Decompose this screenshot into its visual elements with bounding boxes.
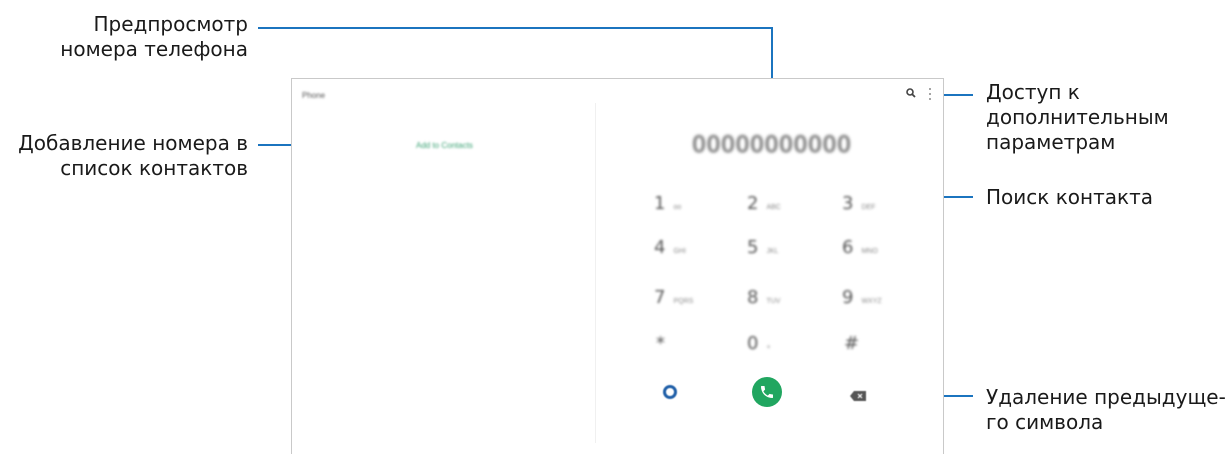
- callout-add-contact-line2: список контактов: [60, 156, 248, 180]
- key-digit: 3: [842, 193, 854, 214]
- key-letters: JKL: [766, 248, 779, 255]
- key-digit: 2: [747, 193, 759, 214]
- key-digit: 0: [747, 333, 759, 354]
- key-letters: WXYZ: [861, 298, 882, 305]
- callout-add-contact: Добавление номера в список контактов: [0, 131, 248, 181]
- callout-number-preview-line1: Предпросмотр: [93, 12, 248, 36]
- keypad-key-6[interactable]: 6 MNO: [842, 237, 902, 261]
- key-digit: 6: [842, 237, 854, 258]
- callout-more-options-line2: дополнительным: [986, 105, 1169, 129]
- callout-search-line1: Поиск контакта: [986, 185, 1153, 209]
- keypad-key-3[interactable]: 3 DEF: [842, 193, 902, 217]
- key-letters: MNO: [861, 248, 878, 255]
- keypad-key-8[interactable]: 8 TUV: [747, 287, 807, 311]
- keypad-key-hash[interactable]: #: [844, 333, 904, 357]
- app-title: Phone: [302, 91, 326, 100]
- keypad-key-7[interactable]: 7 PQRS: [654, 287, 714, 311]
- callout-number-preview: Предпросмотр номера телефона: [60, 12, 248, 62]
- key-letters: oo: [673, 204, 682, 211]
- key-digit: 5: [747, 237, 759, 258]
- key-letters: +: [766, 344, 771, 351]
- search-icon[interactable]: [906, 88, 916, 98]
- key-digit: 7: [654, 287, 666, 308]
- keypad-key-0[interactable]: 0 +: [747, 333, 807, 357]
- key-digit: *: [656, 333, 665, 354]
- keypad-key-9[interactable]: 9 WXYZ: [842, 287, 902, 311]
- callout-delete: Удаление предыдуще- го символа: [986, 385, 1226, 435]
- callout-more-options-line3: параметрам: [986, 130, 1116, 154]
- keypad-key-2[interactable]: 2 ABC: [747, 193, 807, 217]
- key-digit: 4: [654, 237, 666, 258]
- key-digit: 1: [654, 193, 666, 214]
- callout-more-options: Доступ к дополнительным параметрам: [986, 80, 1169, 155]
- key-digit: 8: [747, 287, 759, 308]
- callout-number-preview-line2: номера телефона: [60, 37, 248, 61]
- add-to-contacts-link[interactable]: Add to Contacts: [416, 141, 473, 150]
- key-letters: ABC: [766, 204, 781, 211]
- leader-line-preview-h: [258, 27, 772, 29]
- phone-icon: [761, 386, 773, 398]
- key-digit: 9: [842, 287, 854, 308]
- callout-delete-line1: Удаление предыдуще-: [986, 385, 1226, 409]
- key-letters: GHI: [673, 248, 686, 255]
- key-digit: #: [844, 333, 860, 354]
- call-button[interactable]: [752, 377, 782, 407]
- keypad-key-1[interactable]: 1 oo: [654, 193, 714, 217]
- keypad-key-star[interactable]: *: [656, 333, 716, 357]
- key-letters: DEF: [861, 204, 876, 211]
- callout-add-contact-line1: Добавление номера в: [18, 131, 248, 155]
- callout-search: Поиск контакта: [986, 185, 1153, 210]
- callout-more-options-line1: Доступ к: [986, 80, 1080, 104]
- keypad-key-5[interactable]: 5 JKL: [747, 237, 807, 261]
- callout-delete-line2: го символа: [986, 410, 1104, 434]
- more-options-icon[interactable]: [928, 87, 932, 101]
- backspace-icon[interactable]: [850, 391, 866, 401]
- pane-divider: [595, 103, 596, 443]
- keypad-key-4[interactable]: 4 GHI: [654, 237, 714, 261]
- key-letters: PQRS: [673, 298, 694, 305]
- phone-app-screen: Phone Add to Contacts 00000000000 1 oo 2A…: [291, 78, 944, 454]
- dialed-number-preview: 00000000000: [692, 133, 852, 158]
- key-letters: TUV: [766, 298, 781, 305]
- video-call-icon[interactable]: [663, 385, 677, 399]
